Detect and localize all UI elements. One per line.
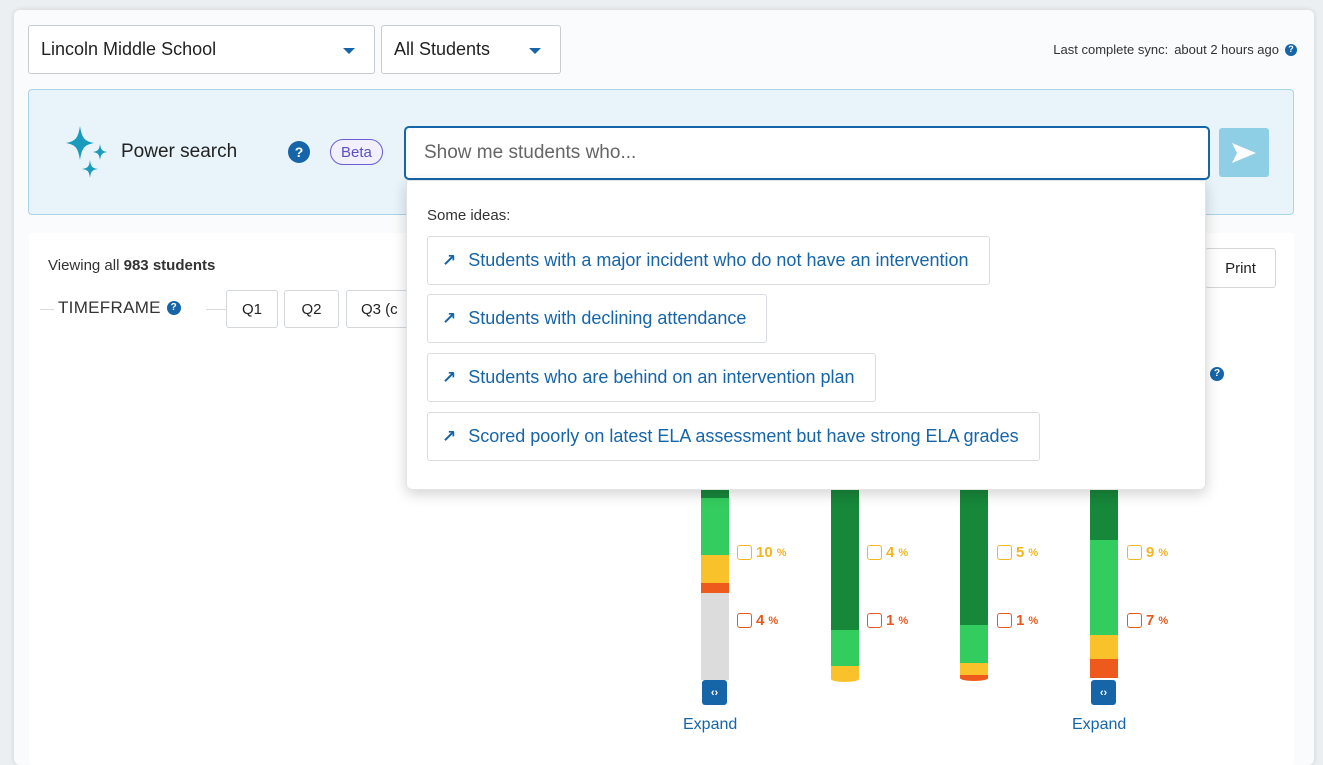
suggestion-item[interactable]: ↗ Students with declining attendance (427, 294, 768, 343)
bar-segment-yellow (1090, 635, 1118, 659)
orange-pct-label[interactable]: 4% (737, 612, 778, 629)
suggestion-item[interactable]: ↗ Students with a major incident who do … (427, 236, 990, 285)
checkbox[interactable] (1127, 545, 1142, 560)
bar-segment-orange (1090, 659, 1118, 678)
suggestion-text: Students with declining attendance (468, 308, 747, 328)
expand-link[interactable]: Expand (1072, 716, 1126, 734)
checkbox[interactable] (997, 613, 1012, 628)
arrow-up-right-icon: ↗ (442, 250, 457, 270)
suggestion-item[interactable]: ↗ Scored poorly on latest ELA assessment… (427, 412, 1040, 461)
pct-value: 1 (886, 612, 895, 629)
arrow-up-right-icon: ↗ (442, 367, 457, 387)
arrow-up-right-icon: ↗ (442, 426, 457, 446)
checkbox[interactable] (867, 545, 882, 560)
bar-segment-yellow (701, 555, 729, 583)
bar-cap (831, 676, 859, 682)
orange-pct-label[interactable]: 1% (997, 612, 1038, 629)
pct-value: 7 (1146, 612, 1155, 629)
bar-cap (960, 675, 988, 681)
suggestion-text: Students with a major incident who do no… (468, 250, 969, 270)
checkbox[interactable] (737, 545, 752, 560)
arrow-up-right-icon: ↗ (442, 308, 457, 328)
yellow-pct-label[interactable]: 5% (997, 544, 1038, 561)
yellow-pct-label[interactable]: 4% (867, 544, 908, 561)
bar-segment-dark-green (960, 488, 988, 625)
bar-segment-gray (701, 593, 729, 680)
orange-pct-label[interactable]: 7% (1127, 612, 1168, 629)
bar-segment-green (701, 498, 729, 555)
pct-value: 4 (886, 544, 895, 561)
bar-segment-green (831, 630, 859, 666)
bar-segment-orange (701, 583, 729, 593)
yellow-pct-label[interactable]: 9% (1127, 544, 1168, 561)
pct-value: 1 (1016, 612, 1025, 629)
checkbox[interactable] (1127, 613, 1142, 628)
suggestion-text: Students who are behind on an interventi… (468, 367, 855, 387)
expand-icon[interactable]: ‹› (702, 680, 727, 705)
bar-segment-green (1090, 540, 1118, 635)
bar-segment-yellow (960, 663, 988, 675)
orange-pct-label[interactable]: 1% (867, 612, 908, 629)
suggestions-dropdown: Some ideas: ↗ Students with a major inci… (406, 180, 1206, 490)
pct-value: 10 (756, 544, 773, 561)
suggestion-text: Scored poorly on latest ELA assessment b… (468, 426, 1019, 446)
pct-value: 9 (1146, 544, 1155, 561)
pct-value: 5 (1016, 544, 1025, 561)
suggestions-title: Some ideas: (427, 207, 511, 224)
bar-segment-dark-green (1090, 488, 1118, 540)
checkbox[interactable] (997, 545, 1012, 560)
yellow-pct-label[interactable]: 10% (737, 544, 786, 561)
pct-value: 4 (756, 612, 765, 629)
expand-link[interactable]: Expand (683, 716, 737, 734)
expand-icon[interactable]: ‹› (1091, 680, 1116, 705)
suggestion-item[interactable]: ↗ Students who are behind on an interven… (427, 353, 876, 402)
bar-segment-green (960, 625, 988, 663)
bar-segment-dark-green (831, 488, 859, 630)
checkbox[interactable] (737, 613, 752, 628)
checkbox[interactable] (867, 613, 882, 628)
